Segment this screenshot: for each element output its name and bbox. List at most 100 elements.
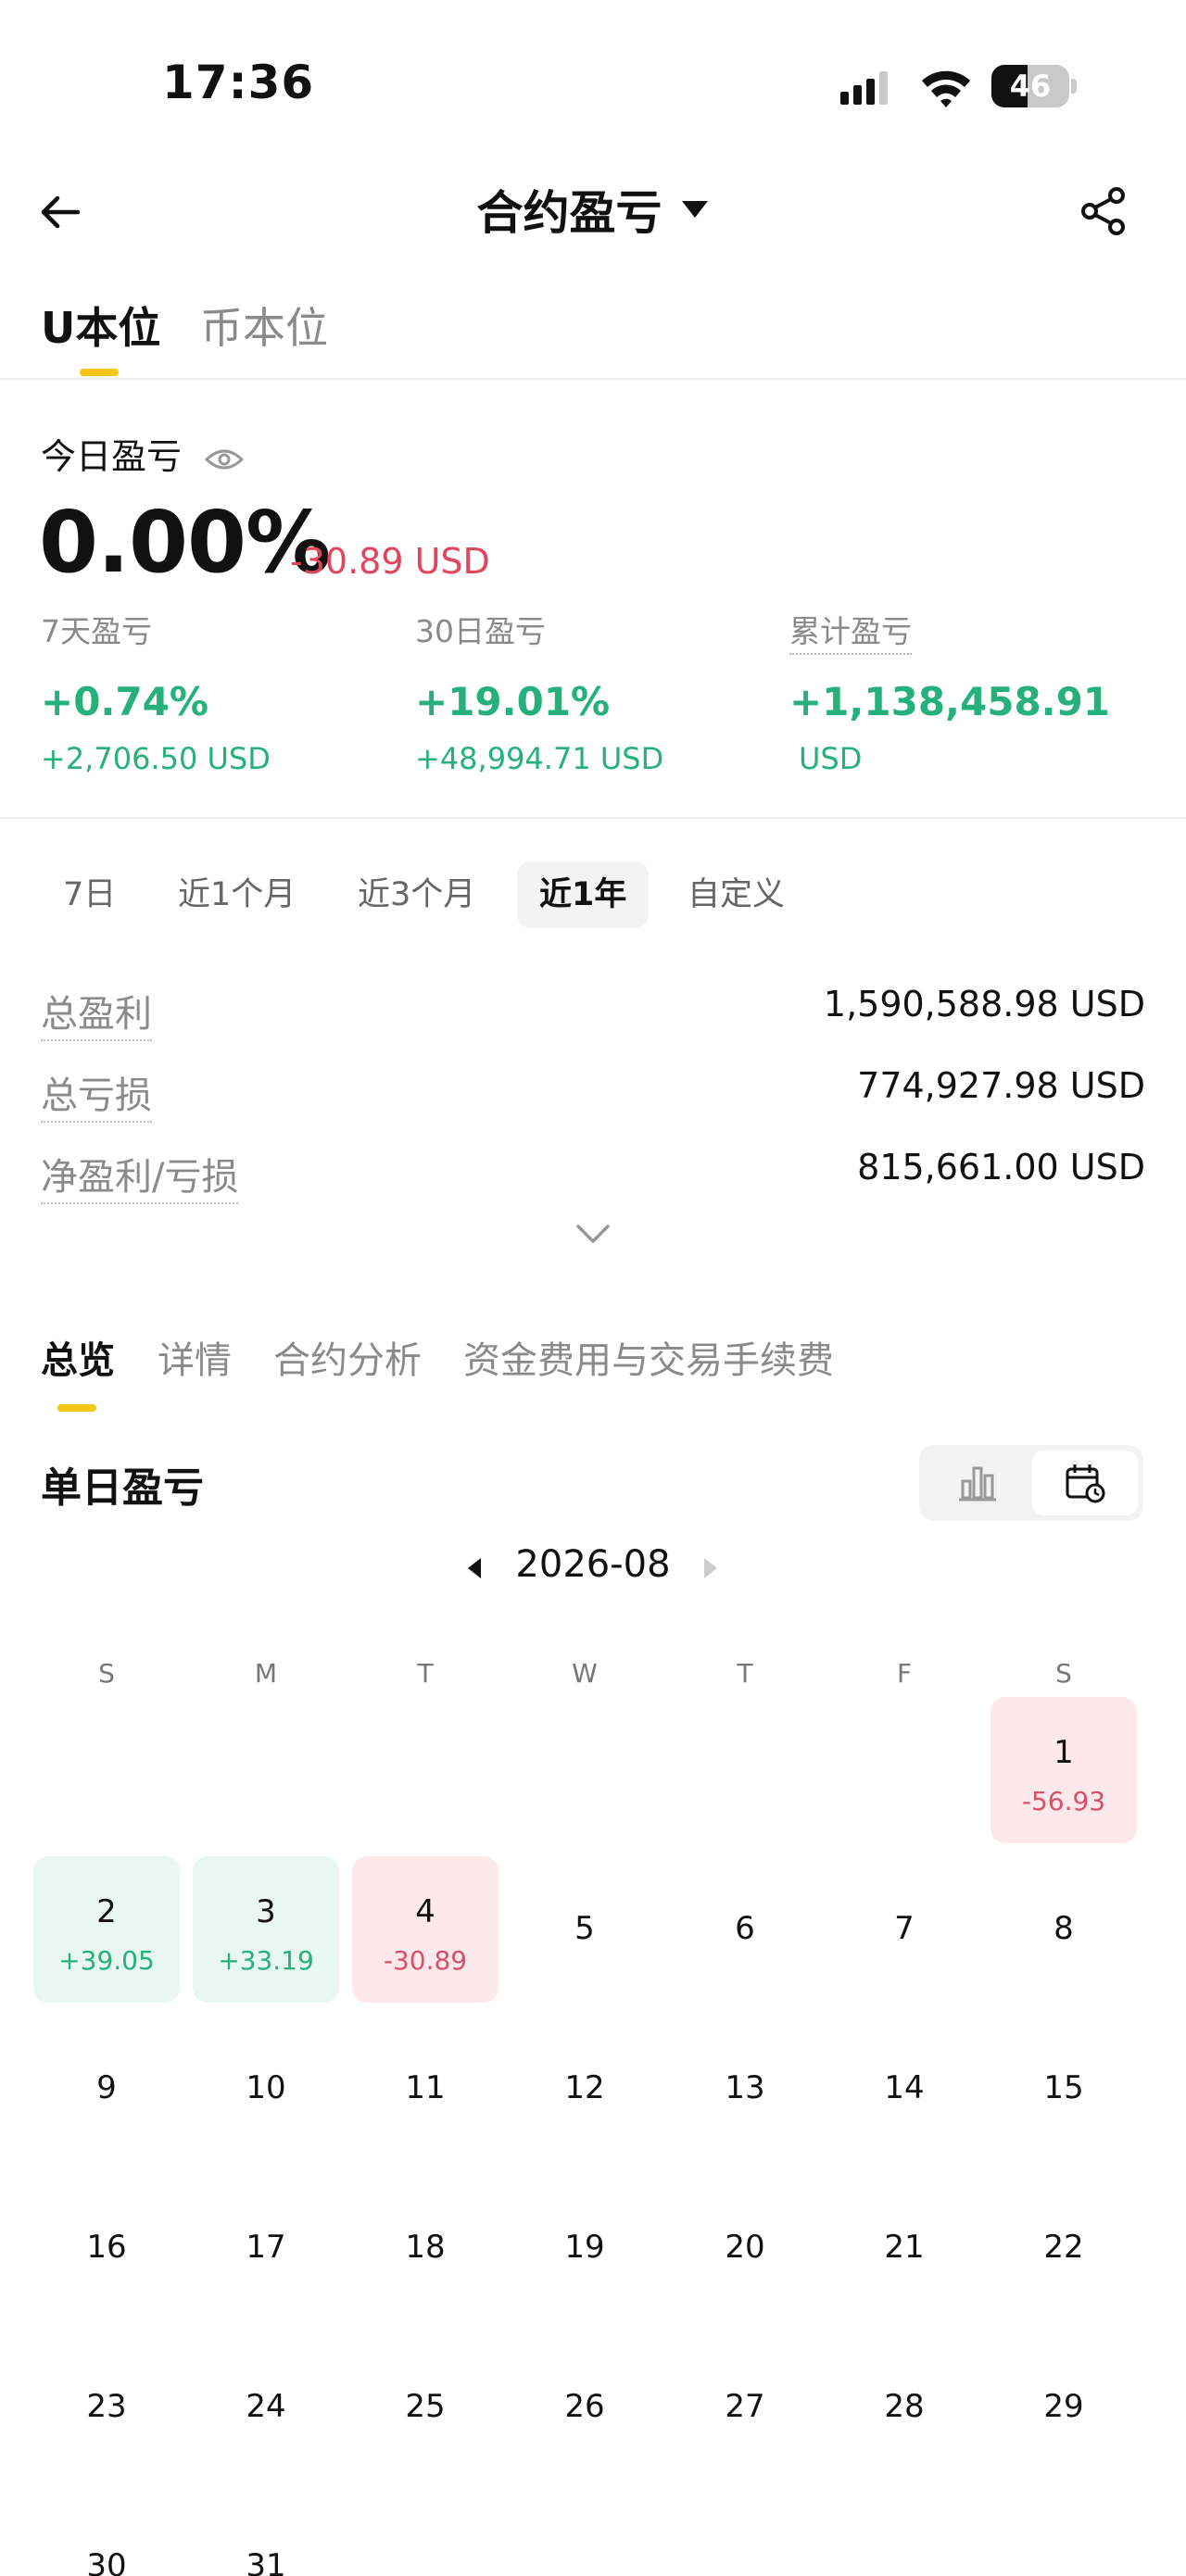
calendar-day[interactable]: 28 <box>831 2334 978 2481</box>
calendar-day[interactable]: 9 <box>33 2016 180 2162</box>
weekday-label: W <box>572 1658 598 1689</box>
net-pnl-label[interactable]: 净盈利/亏损 <box>41 1147 239 1204</box>
battery-level: 46 <box>1009 69 1052 104</box>
bar-chart-view-button[interactable] <box>925 1451 1030 1515</box>
page-title: 合约盈亏 <box>476 186 662 240</box>
tab-contract-analysis[interactable]: 合约分析 <box>273 1330 422 1384</box>
caret-down-icon <box>681 201 708 218</box>
stat-percent: +1,138,458.91 <box>789 679 1111 724</box>
weekday-label: S <box>98 1658 115 1689</box>
day-number: 1 <box>1054 1734 1074 1771</box>
day-number: 12 <box>564 2069 605 2106</box>
calendar-day[interactable]: 16 <box>33 2175 180 2321</box>
stat-percent: +0.74% <box>41 679 208 724</box>
today-pnl-usd: -30.89 USD <box>290 541 490 582</box>
active-tab-indicator <box>80 369 119 376</box>
calendar-day[interactable]: 23 <box>33 2334 180 2481</box>
calendar-day[interactable]: 26 <box>511 2334 658 2481</box>
calendar-day[interactable]: 15 <box>990 2016 1137 2162</box>
calendar-day[interactable]: 31 <box>193 2494 339 2576</box>
section-tabs: 总览 详情 合约分析 资金费用与交易手续费 <box>0 1330 1186 1414</box>
share-icon[interactable] <box>1078 185 1129 237</box>
calendar-day[interactable]: 6 <box>672 1856 818 2003</box>
title-dropdown[interactable]: 合约盈亏 <box>0 176 1186 243</box>
calendar-icon <box>1066 1464 1105 1503</box>
tab-overview[interactable]: 总览 <box>41 1330 115 1384</box>
stat-usd: +2,706.50 USD <box>41 741 271 776</box>
total-loss-label[interactable]: 总亏损 <box>41 1065 152 1123</box>
day-number: 5 <box>574 1910 595 1947</box>
stat-usd: +48,994.71 USD <box>415 741 664 776</box>
day-number: 15 <box>1043 2069 1084 2106</box>
unit-tabs: U本位 币本位 <box>0 287 1186 380</box>
calendar-day[interactable]: 17 <box>193 2175 339 2321</box>
day-number: 29 <box>1043 2388 1084 2425</box>
total-profit-value: 1,590,588.98 USD <box>823 984 1145 1024</box>
day-number: 28 <box>884 2388 925 2425</box>
calendar-day[interactable]: 2 +39.05 <box>33 1856 180 2003</box>
calendar-day[interactable]: 29 <box>990 2334 1137 2481</box>
weekday-label: S <box>1055 1658 1072 1689</box>
view-toggle <box>919 1445 1143 1521</box>
stat-percent: +19.01% <box>415 679 611 724</box>
range-1y[interactable]: 近1年 <box>517 861 650 928</box>
day-number: 20 <box>725 2229 765 2266</box>
weekday-label: T <box>417 1658 434 1689</box>
total-profit-label[interactable]: 总盈利 <box>41 984 152 1041</box>
day-number: 26 <box>564 2388 605 2425</box>
stat-7d: 7天盈亏 +0.74% +2,706.50 USD <box>41 607 393 776</box>
tab-usdt-margined[interactable]: U本位 <box>41 295 160 356</box>
day-number: 9 <box>96 2069 117 2106</box>
calendar-day[interactable]: 14 <box>831 2016 978 2162</box>
day-number: 3 <box>256 1893 276 1930</box>
time-range-selector: 7日 近1个月 近3个月 近1年 自定义 <box>0 861 1186 928</box>
calendar-day[interactable]: 3 +33.19 <box>193 1856 339 2003</box>
stat-label: 30日盈亏 <box>415 613 546 649</box>
net-pnl-row: 净盈利/亏损 815,661.00 USD <box>41 1147 1145 1212</box>
eye-icon[interactable] <box>204 446 245 472</box>
calendar-day[interactable]: 12 <box>511 2016 658 2162</box>
status-bar: 17:36 46 <box>0 0 1186 167</box>
calendar-day[interactable]: 10 <box>193 2016 339 2162</box>
calendar-day[interactable]: 11 <box>352 2016 498 2162</box>
calendar-day[interactable]: 25 <box>352 2334 498 2481</box>
day-number: 13 <box>725 2069 765 2106</box>
day-number: 30 <box>86 2547 127 2576</box>
calendar-day[interactable]: 8 <box>990 1856 1137 2003</box>
calendar-day[interactable]: 22 <box>990 2175 1137 2321</box>
calendar-day[interactable]: 30 <box>33 2494 180 2576</box>
calendar-day[interactable]: 20 <box>672 2175 818 2321</box>
prev-month-icon[interactable] <box>466 1556 483 1580</box>
active-tab-indicator <box>57 1404 96 1412</box>
total-loss-value: 774,927.98 USD <box>857 1065 1145 1106</box>
tab-details[interactable]: 详情 <box>158 1330 232 1384</box>
calendar-day[interactable]: 13 <box>672 2016 818 2162</box>
day-number: 24 <box>246 2388 286 2425</box>
day-number: 4 <box>415 1893 435 1930</box>
calendar-view-button[interactable] <box>1032 1451 1138 1515</box>
calendar-day[interactable]: 18 <box>352 2175 498 2321</box>
range-3m[interactable]: 近3个月 <box>335 861 498 928</box>
range-custom[interactable]: 自定义 <box>665 861 807 928</box>
divider <box>0 378 1186 380</box>
chevron-down-icon[interactable] <box>574 1221 612 1247</box>
calendar-day[interactable]: 27 <box>672 2334 818 2481</box>
stat-label[interactable]: 累计盈亏 <box>789 607 912 655</box>
calendar-day[interactable]: 4 -30.89 <box>352 1856 498 2003</box>
calendar-day[interactable]: 24 <box>193 2334 339 2481</box>
calendar-day[interactable]: 21 <box>831 2175 978 2321</box>
calendar-day[interactable]: 1 -56.93 <box>990 1697 1137 1843</box>
calendar-day[interactable]: 19 <box>511 2175 658 2321</box>
today-pnl-label: 今日盈亏 <box>41 436 183 477</box>
net-pnl-value: 815,661.00 USD <box>857 1147 1145 1187</box>
calendar-day[interactable]: 5 <box>511 1856 658 2003</box>
calendar-day[interactable]: 7 <box>831 1856 978 2003</box>
range-1m[interactable]: 近1个月 <box>156 861 318 928</box>
day-number: 11 <box>405 2069 446 2106</box>
weekday-label: M <box>254 1658 278 1689</box>
tab-funding-fees[interactable]: 资金费用与交易手续费 <box>463 1330 834 1384</box>
next-month-icon[interactable] <box>702 1556 719 1580</box>
range-7d[interactable]: 7日 <box>41 861 138 928</box>
tab-coin-margined[interactable]: 币本位 <box>200 295 328 356</box>
day-number: 7 <box>894 1910 915 1947</box>
